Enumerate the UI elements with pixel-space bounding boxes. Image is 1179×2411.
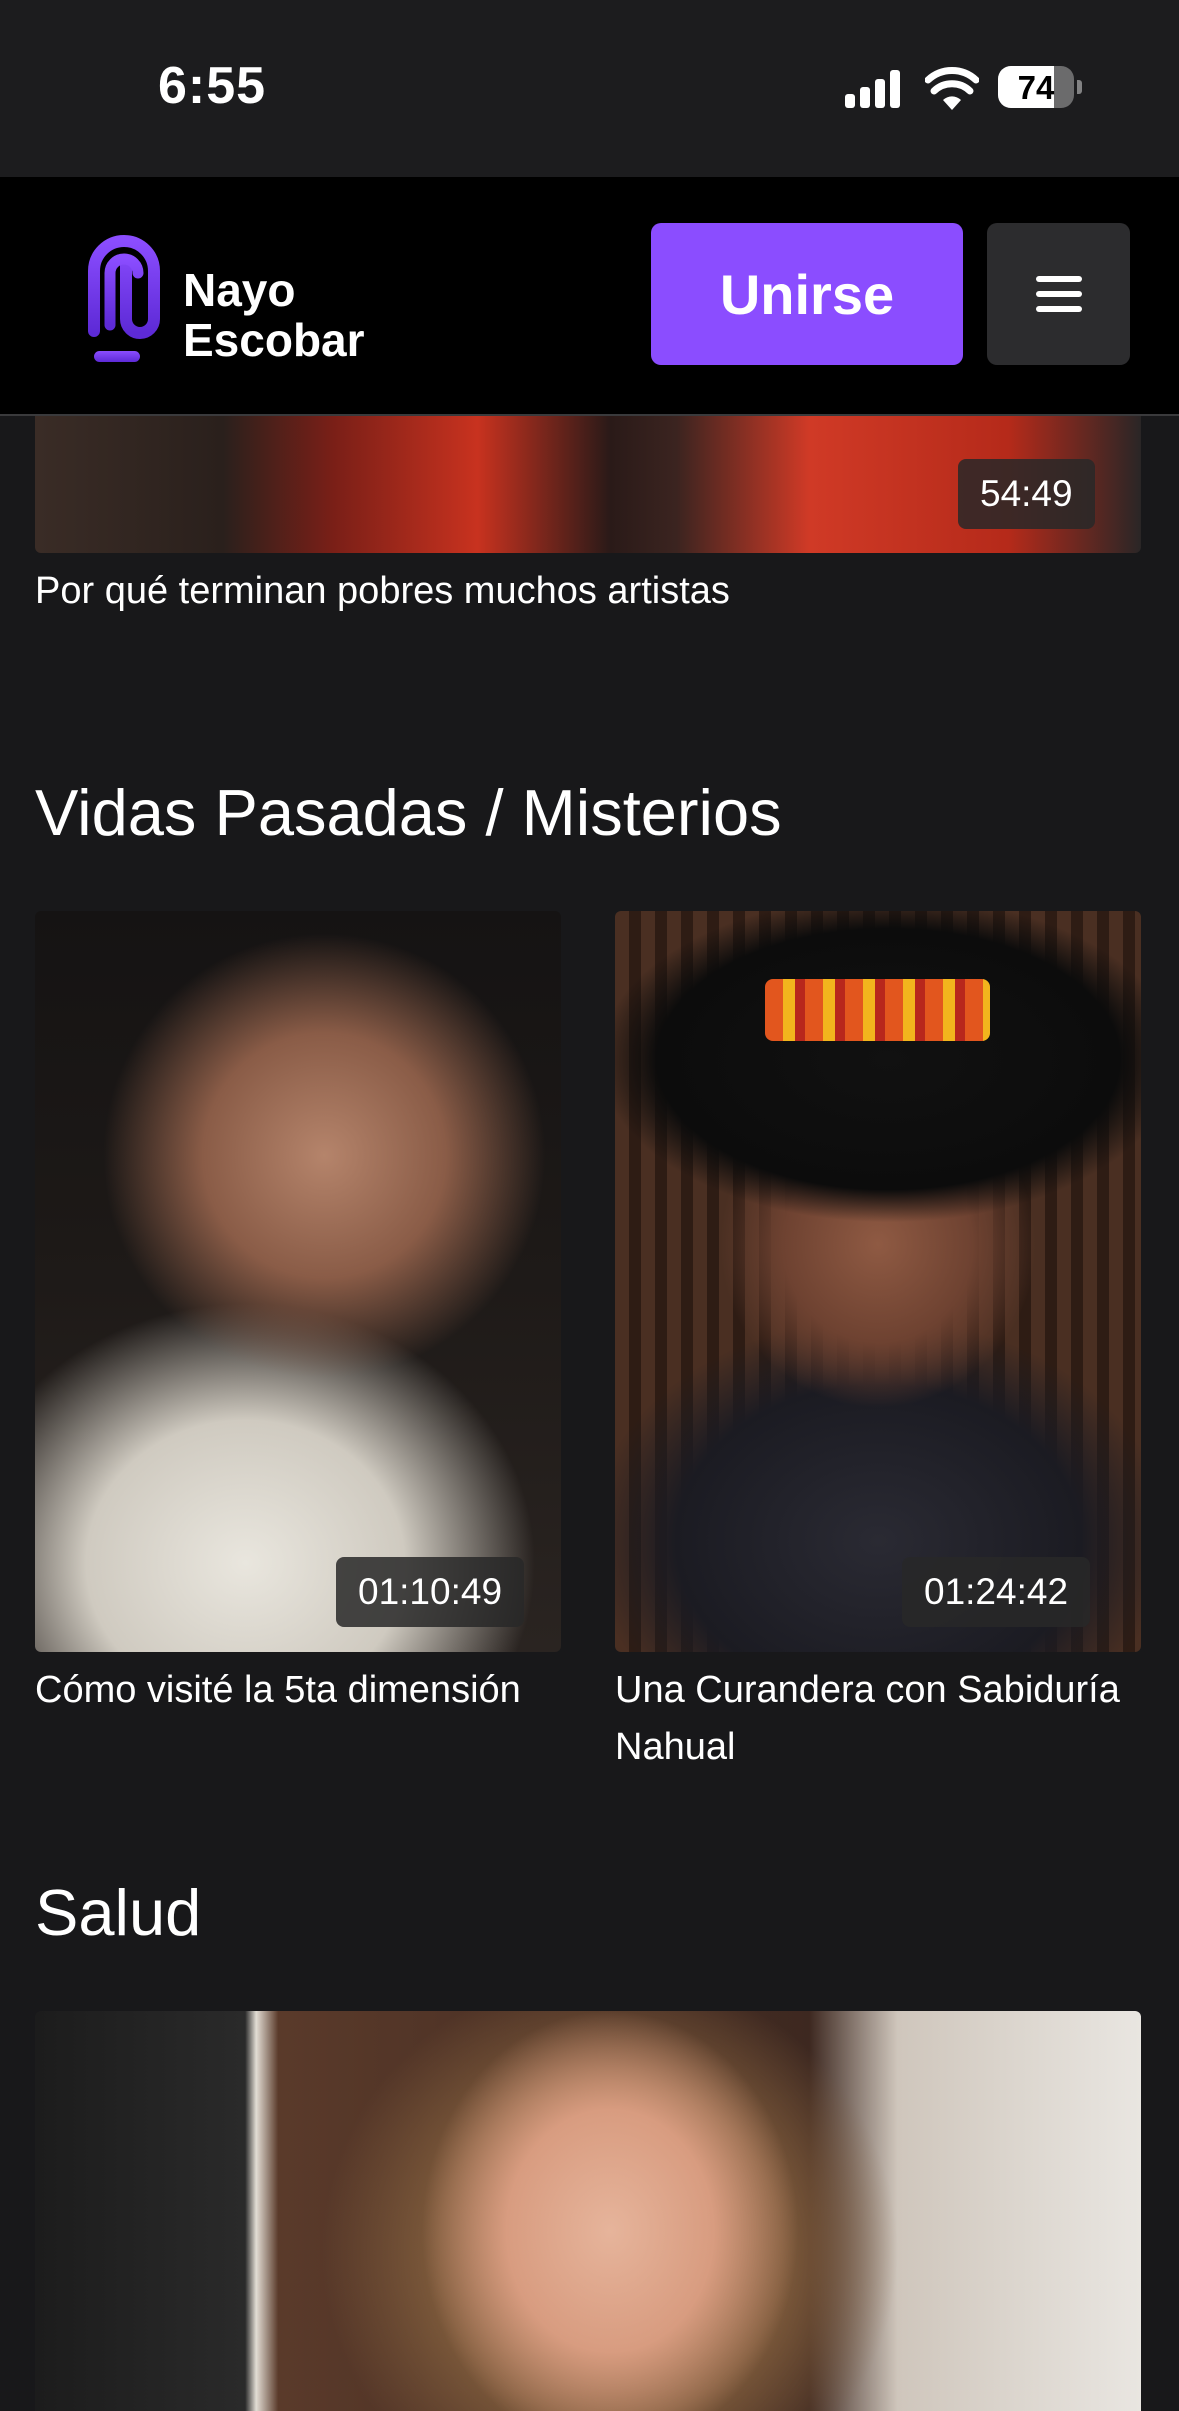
logo-line-1: Nayo bbox=[183, 264, 296, 316]
video-thumbnail-top[interactable]: 54:49 bbox=[35, 416, 1141, 553]
status-bar: 6:55 74 bbox=[0, 0, 1179, 177]
video-duration: 54:49 bbox=[958, 459, 1095, 529]
video-thumbnail[interactable]: 01:24:42 bbox=[615, 911, 1141, 1652]
hat-band bbox=[765, 979, 990, 1041]
logo-icon[interactable] bbox=[80, 225, 168, 365]
battery-level: 74 bbox=[1017, 69, 1055, 106]
site-header: Nayo Escobar Unirse bbox=[0, 177, 1179, 416]
logo-line-2: Escobar bbox=[183, 314, 365, 366]
section-title: Vidas Pasadas / Misterios bbox=[35, 776, 782, 849]
cellular-signal-icon bbox=[845, 68, 905, 108]
battery-tip bbox=[1077, 80, 1082, 94]
video-title[interactable]: Una Curandera con Sabiduría Nahual bbox=[615, 1662, 1141, 1776]
hamburger-icon-bar bbox=[1036, 276, 1082, 282]
video-duration: 01:24:42 bbox=[902, 1557, 1091, 1627]
menu-button[interactable] bbox=[987, 223, 1130, 365]
logo-text[interactable]: Nayo Escobar bbox=[183, 265, 365, 365]
video-duration: 01:10:49 bbox=[336, 1557, 525, 1627]
section-title: Salud bbox=[35, 1876, 202, 1949]
hamburger-icon-bar bbox=[1036, 291, 1082, 297]
video-title[interactable]: Por qué terminan pobres muchos artistas bbox=[35, 563, 1141, 620]
battery-icon: 74 bbox=[998, 66, 1074, 108]
video-title[interactable]: Cómo visité la 5ta dimensión bbox=[35, 1662, 561, 1719]
hamburger-icon-bar bbox=[1036, 306, 1082, 312]
video-thumbnail[interactable]: 01:10:49 bbox=[35, 911, 561, 1652]
status-time: 6:55 bbox=[158, 57, 267, 115]
wifi-icon bbox=[925, 67, 979, 110]
join-button[interactable]: Unirse bbox=[651, 223, 963, 365]
video-thumbnail[interactable] bbox=[35, 2011, 1141, 2411]
